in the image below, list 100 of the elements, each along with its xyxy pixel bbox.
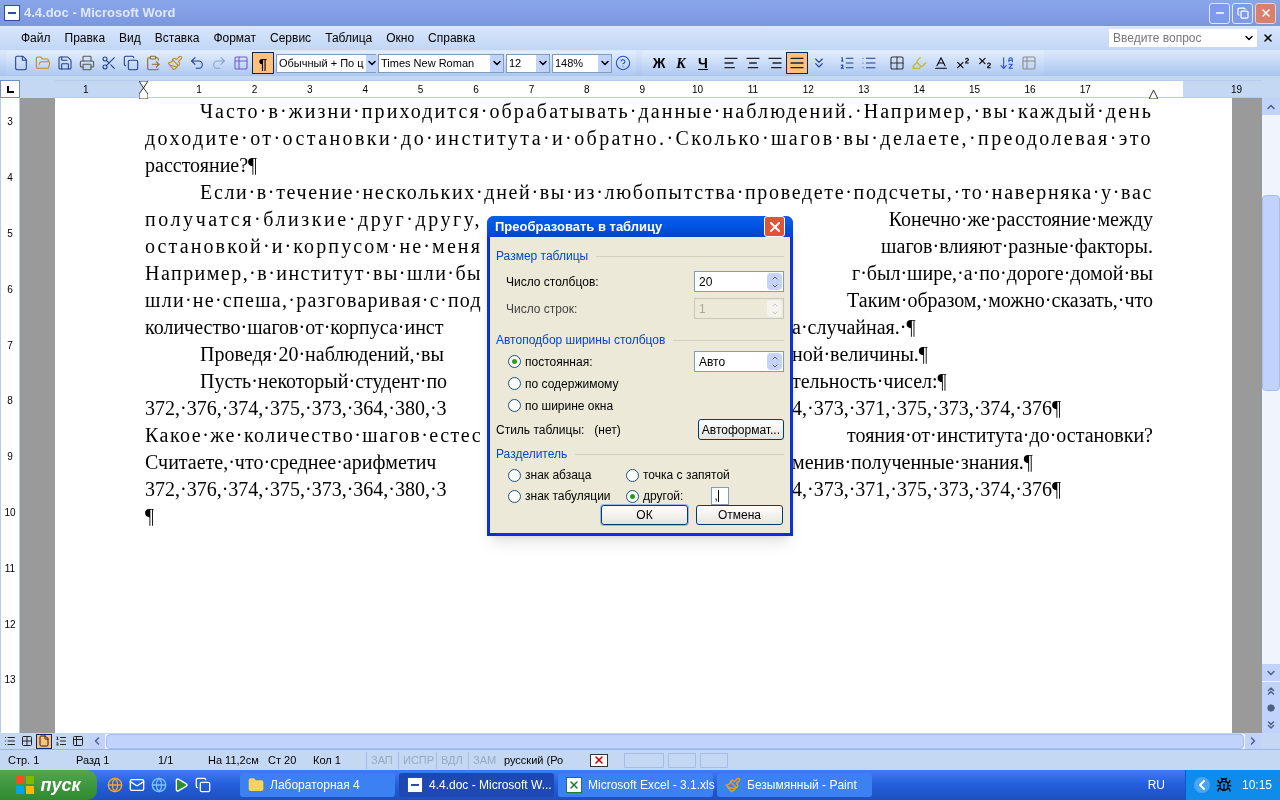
underline-button[interactable]: Ч <box>692 52 714 74</box>
help-search-field[interactable]: Введите вопрос <box>1109 29 1257 47</box>
align-button[interactable] <box>786 52 808 74</box>
format-painter-icon <box>167 55 183 71</box>
previous-page-button[interactable] <box>1262 682 1280 699</box>
taskbar-button[interactable]: Безымянный - Paint <box>717 773 872 797</box>
bug-icon[interactable] <box>1215 777 1232 793</box>
ruler-number: 17 <box>1078 82 1092 97</box>
scroll-thumb[interactable] <box>1262 195 1280 391</box>
menu-item[interactable]: Таблица <box>318 29 380 47</box>
next-page-button[interactable] <box>1262 716 1280 733</box>
ruler-number: 10 <box>691 82 705 97</box>
view-button[interactable] <box>19 733 35 749</box>
taskbar-button[interactable]: 4.4.doc - Microsoft W... <box>399 773 554 797</box>
document-text: Считаете,·что·среднее·арифметич <box>145 450 437 476</box>
ok-button[interactable]: ОК <box>601 505 688 525</box>
language-indicator[interactable]: RU <box>1147 776 1165 794</box>
font-color-icon <box>933 55 949 71</box>
document-text: расстояние?¶ <box>145 153 258 179</box>
media-player-icon[interactable] <box>173 777 189 793</box>
bold-button[interactable]: Ж <box>648 52 670 74</box>
tab-selector[interactable] <box>0 80 20 98</box>
view-button[interactable] <box>53 733 69 749</box>
spin-arrows-icon[interactable] <box>767 353 782 370</box>
ruler-number: 12 <box>4 617 16 632</box>
redo-icon <box>211 55 227 71</box>
browser-icon[interactable] <box>107 777 123 793</box>
style-dropdown[interactable]: Обычный + По ц <box>276 53 376 73</box>
text-cursor <box>717 490 719 502</box>
ruler-number: 9 <box>638 82 646 97</box>
superscript-icon <box>955 55 971 71</box>
document-text: Таким·образом,·можно·сказать,·что <box>847 288 1153 314</box>
autoformat-button[interactable]: Автоформат... <box>697 419 784 440</box>
document-text: остановкой·и·корпусом·не·меня <box>145 234 482 260</box>
document-text: Какое·же·количество·шагов·естес <box>145 423 482 448</box>
view-button[interactable] <box>70 733 86 749</box>
radio-button[interactable] <box>626 489 639 503</box>
ruler-number: 13 <box>4 673 16 688</box>
document-text: Конечно·же·расстояние·между <box>888 207 1153 233</box>
menu-item[interactable]: Вид <box>112 29 148 47</box>
taskbar-button[interactable]: Лабораторная 4 <box>240 773 395 797</box>
style-value: (нет) <box>594 421 621 439</box>
indent-marker-icon[interactable] <box>139 81 148 99</box>
menu-item[interactable]: Вставка <box>147 29 207 47</box>
align-icon <box>723 55 739 71</box>
scroll-up-button[interactable] <box>1262 98 1280 115</box>
width-spinner[interactable]: Авто <box>694 351 784 372</box>
radio-button[interactable] <box>626 468 639 482</box>
scroll-down-button[interactable] <box>1262 664 1280 681</box>
menu-item[interactable]: Файл <box>14 29 58 47</box>
menu-item[interactable]: Формат <box>206 29 264 47</box>
radio-button[interactable] <box>508 377 521 390</box>
menu-item[interactable]: Сервис <box>263 29 319 47</box>
group-heading: Разделитель <box>496 446 568 463</box>
cut-icon <box>101 55 117 71</box>
cancel-button[interactable]: Отмена <box>696 505 783 525</box>
print-icon <box>79 55 95 71</box>
radio-button[interactable] <box>508 399 521 412</box>
undo-icon <box>189 55 205 71</box>
option-label: точка с запятой <box>643 467 730 484</box>
close-icon <box>1259 7 1272 19</box>
globe-icon[interactable] <box>151 777 167 793</box>
document-text: Если·в·течение·нескольких·дней·вы·из·любопытства·проведете·подсчеты,·то·наверняка·у·вас <box>199 180 1153 206</box>
radio-button[interactable] <box>508 489 521 503</box>
chevron-icon[interactable] <box>1193 777 1210 793</box>
close-icon[interactable] <box>1262 32 1274 44</box>
menu-item[interactable]: Окно <box>379 29 422 47</box>
vertical-scrollbar[interactable] <box>1262 98 1280 733</box>
italic-button[interactable]: К <box>670 52 692 74</box>
radio-button[interactable] <box>508 468 521 482</box>
new-document-icon <box>13 55 29 71</box>
font-size-dropdown[interactable]: 12 <box>506 53 550 73</box>
restore-icon <box>1236 7 1249 19</box>
option-label: другой: <box>643 488 684 505</box>
document-text: 4,·373,·371,·375,·373,·374,·376¶ <box>792 396 1062 421</box>
close-button[interactable] <box>1255 2 1276 24</box>
document-text: Часто·в·жизни·приходится·обрабатывать·данные·наблюдений.·Например,·вы·каждый·день <box>199 99 1153 125</box>
separator-input[interactable]: , <box>711 487 730 505</box>
ruler-number: 4 <box>361 82 370 97</box>
document-text: ¶ <box>145 504 155 529</box>
document-text: а·случайная.·¶ <box>792 315 916 341</box>
view-button[interactable] <box>36 733 52 749</box>
menu-item[interactable]: Справка <box>421 29 483 47</box>
spelling-icon <box>590 753 608 767</box>
number-spinner[interactable]: 20 <box>694 271 784 292</box>
zoom-dropdown[interactable]: 148% <box>552 53 612 73</box>
scroll-right-button[interactable] <box>1245 733 1261 749</box>
radio-button[interactable] <box>508 355 521 368</box>
mail-icon[interactable] <box>129 777 145 793</box>
scroll-left-button[interactable] <box>89 733 105 749</box>
document-text: тояния·от·института·до·остановки? <box>847 423 1153 449</box>
show-marks-button[interactable]: ¶ <box>252 52 274 74</box>
menu-item[interactable]: Правка <box>57 29 113 47</box>
taskbar-button[interactable]: Microsoft Excel - 3.1.xls <box>558 773 713 797</box>
font-dropdown[interactable]: Times New Roman <box>378 53 504 73</box>
ruler-number: 11 <box>4 561 16 576</box>
start-button[interactable]: пуск <box>0 770 97 800</box>
clock: 10:15 <box>1241 777 1272 794</box>
document-icon <box>407 777 423 793</box>
spin-arrows-icon[interactable] <box>767 273 782 290</box>
